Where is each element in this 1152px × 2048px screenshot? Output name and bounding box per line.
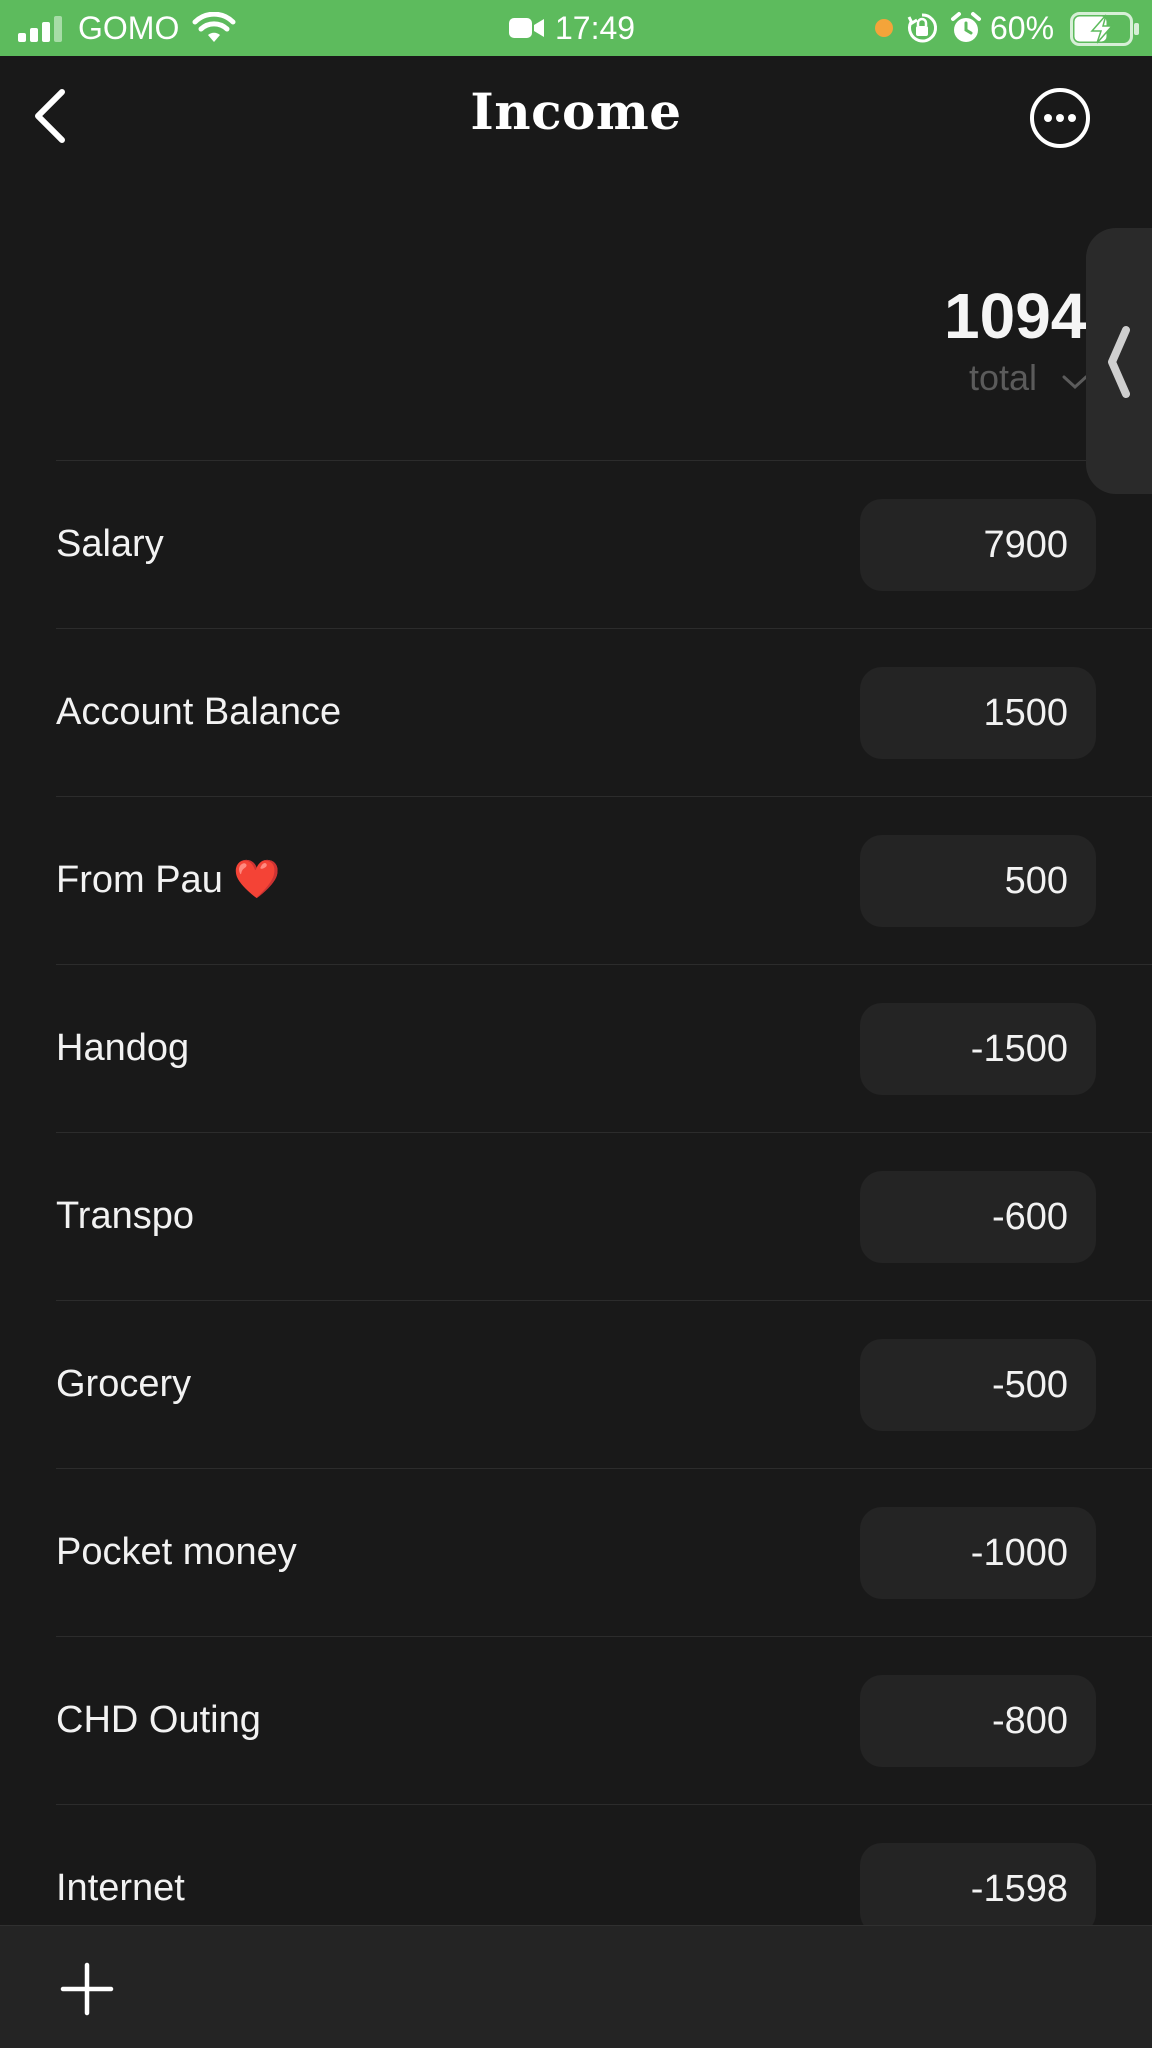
list-item-label[interactable]: Internet xyxy=(56,1865,185,1911)
list-item-value-field[interactable]: -600 xyxy=(860,1171,1096,1263)
list-item-label[interactable]: Account Balance xyxy=(56,689,341,735)
list-item-value-field[interactable]: 1500 xyxy=(860,667,1096,759)
list-item-value-field[interactable]: -1500 xyxy=(860,1003,1096,1095)
list-item[interactable]: Salary 7900 xyxy=(56,460,1152,628)
list-item[interactable]: Pocket money -1000 xyxy=(56,1468,1152,1636)
list-item-label[interactable]: Handog xyxy=(56,1025,189,1071)
list-item[interactable]: From Pau ❤️ 500 xyxy=(56,796,1152,964)
list-item-value-field[interactable]: 7900 xyxy=(860,499,1096,591)
list-item[interactable]: Grocery -500 xyxy=(56,1300,1152,1468)
nav-bar: Income xyxy=(0,56,1152,176)
chevron-left-icon[interactable] xyxy=(1104,324,1132,400)
bottom-toolbar xyxy=(0,1925,1152,2048)
video-icon xyxy=(509,18,544,38)
alarm-icon xyxy=(951,12,981,42)
entries-list: Salary 7900 Account Balance 1500 From Pau ❤️… xyxy=(0,460,1152,1972)
chevron-down-icon[interactable] xyxy=(1062,374,1088,390)
list-item-value-field[interactable]: -800 xyxy=(860,1675,1096,1767)
battery-charging-icon xyxy=(1070,12,1139,46)
total-selector[interactable]: total xyxy=(969,356,1037,400)
list-item-label[interactable]: From Pau ❤️ xyxy=(56,857,281,903)
status-time: 17:49 xyxy=(555,10,636,46)
list-item-label[interactable]: Salary xyxy=(56,521,164,567)
signal-icon xyxy=(18,16,62,42)
list-item[interactable]: Account Balance 1500 xyxy=(56,628,1152,796)
add-button[interactable] xyxy=(60,1962,114,2016)
list-item-value-field[interactable]: -1000 xyxy=(860,1507,1096,1599)
list-item-value-field[interactable]: -500 xyxy=(860,1339,1096,1431)
orange-dot-indicator xyxy=(875,19,893,37)
rotation-lock-icon xyxy=(907,13,938,43)
list-item-label[interactable]: Transpo xyxy=(56,1193,194,1239)
list-item-label[interactable]: Pocket money xyxy=(56,1529,297,1575)
wifi-icon xyxy=(192,12,236,42)
list-item-label[interactable]: Grocery xyxy=(56,1361,191,1407)
page-title: Income xyxy=(470,82,682,141)
list-item[interactable]: Handog -1500 xyxy=(56,964,1152,1132)
carrier-name: GOMO xyxy=(78,10,180,46)
list-item[interactable]: Transpo -600 xyxy=(56,1132,1152,1300)
list-item-value-field[interactable]: 500 xyxy=(860,835,1096,927)
battery-percent: 60% xyxy=(990,10,1055,46)
list-item-value-field[interactable]: -1598 xyxy=(860,1843,1096,1935)
status-bar: GOMO 17:49 60% xyxy=(0,0,1152,56)
total-value: 1094 xyxy=(944,280,1087,352)
list-item-label[interactable]: CHD Outing xyxy=(56,1697,261,1743)
more-options-button[interactable] xyxy=(1028,86,1092,150)
list-item[interactable]: CHD Outing -800 xyxy=(56,1636,1152,1804)
screen: GOMO 17:49 60% Income 1094 total Salary … xyxy=(0,0,1152,2048)
